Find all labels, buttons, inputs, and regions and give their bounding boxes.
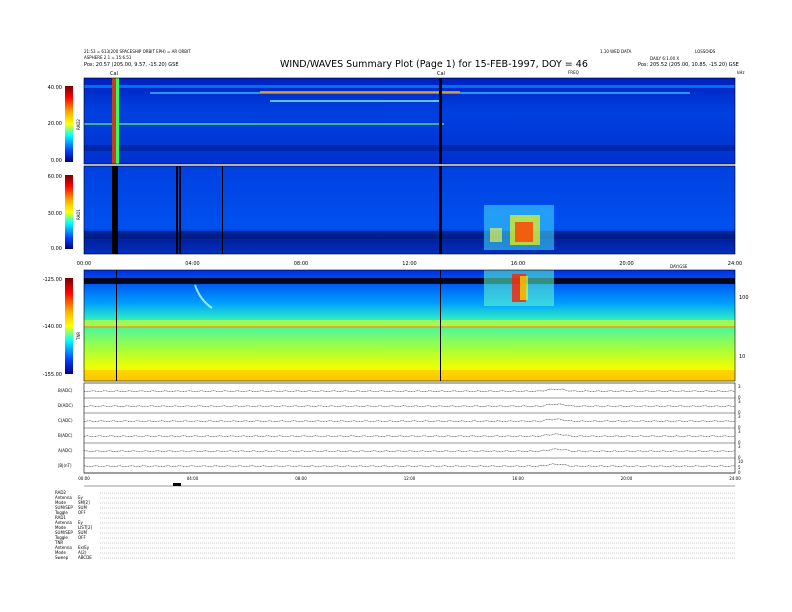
rad1-panel: 60.00 30.00 0.00 RAD1 00:00 04:00 08:00 12:… <box>48 165 742 269</box>
line-row-label: A(ADC) <box>58 448 73 454</box>
lines-xtick-label: 24:00 <box>729 476 741 481</box>
line-row-label: |B|(nT) <box>58 463 72 469</box>
rad1-spectrogram <box>84 166 735 254</box>
rad1-xtick-label: 24:00 <box>728 261 742 267</box>
rad1-xtick-label: 20:00 <box>619 261 633 267</box>
line-row-right-tick: 0 <box>738 470 741 475</box>
tnr-panel: -125.00 -140.00 -155.00 TNR 100 10 <box>43 269 749 382</box>
rad1-xtick-label: 08:00 <box>294 261 308 267</box>
footer-dotted-rows <box>100 492 735 559</box>
rad2-ytick: 40.00 <box>48 85 62 91</box>
line-row-right-tick: 10 <box>738 459 744 464</box>
tnr-ytick: -125.00 <box>43 277 62 283</box>
line-row-right-tick: 3 <box>738 429 741 434</box>
footer-value: OFF <box>78 510 86 515</box>
rad1-burst <box>515 222 533 242</box>
rad2-name-label: RAD2 <box>76 119 81 130</box>
rad1-datagap <box>439 166 442 254</box>
line-row-right-tick: 5 <box>738 464 741 470</box>
line-row-right-tick: 3 <box>738 384 741 389</box>
lines-xtick-label: 20:00 <box>621 476 633 481</box>
rad2-band <box>84 85 735 88</box>
rad2-band <box>270 100 440 102</box>
rad2-colorbar <box>65 86 73 162</box>
line-row-label: B(ADC) <box>58 433 73 439</box>
footer-key: Sweep <box>55 555 69 560</box>
summary-plot: 40.00 20.00 0.00 RAD2 60.00 30.00 0.00 R… <box>43 77 749 559</box>
rad1-datagap <box>112 166 118 254</box>
tnr-dark-band <box>84 278 735 284</box>
tnr-datagap <box>116 270 117 381</box>
rad1-ytick: 30.00 <box>48 211 62 217</box>
rad1-xtick-label: 16:00 <box>511 261 525 267</box>
rad1-datagap <box>176 166 178 254</box>
tnr-colorbar <box>65 278 73 374</box>
tnr-ytick: -140.00 <box>43 324 62 330</box>
footer-value: OFF <box>78 535 86 540</box>
rad2-spectrogram <box>84 78 735 164</box>
rad1-datagap <box>179 166 181 254</box>
tnr-right-tick: 100 <box>739 295 749 301</box>
rad2-dark-band <box>84 145 735 151</box>
line-row-right-tick: 3 <box>738 399 741 404</box>
rad1-ytick: 0.00 <box>51 246 62 252</box>
rad1-name-label: RAD1 <box>76 209 81 220</box>
rad1-burst <box>490 228 502 242</box>
rad2-datagap <box>439 78 442 164</box>
rad2-panel: 40.00 20.00 0.00 RAD2 <box>48 77 736 165</box>
line-row-label: B(ADC) <box>58 388 73 394</box>
line-row-label: C(ADC) <box>58 418 73 424</box>
lines-xtick-label: 04:00 <box>187 476 199 481</box>
rad1-ytick: 60.00 <box>48 174 62 180</box>
rad1-datagap <box>222 166 223 254</box>
rad1-xlabel: DAY/GSE <box>670 264 688 269</box>
tnr-band <box>84 370 735 380</box>
tnr-ytick: -155.00 <box>43 372 62 378</box>
rad2-band <box>260 91 460 93</box>
rad2-ytick: 20.00 <box>48 121 62 127</box>
line-plots: 00:00 04:00 08:00 12:00 16:00 20:00 24:00 <box>78 382 741 481</box>
rad2-cal-strip <box>112 78 116 164</box>
rad1-dark-band <box>84 231 735 239</box>
rad2-cal-strip <box>116 78 119 164</box>
tnr-right-tick: 10 <box>739 354 745 360</box>
rad2-ytick: 0.00 <box>51 158 62 164</box>
rad1-xtick-label: 12:00 <box>402 261 416 267</box>
tnr-burst <box>520 276 528 300</box>
tnr-name-label: TNR <box>76 332 81 341</box>
lines-xtick-label: 12:00 <box>404 476 416 481</box>
tnr-datagap <box>440 270 441 381</box>
lines-xtick-label: 00:00 <box>78 476 90 481</box>
lines-xtick-label: 16:00 <box>512 476 524 481</box>
rad1-xtick-label: 04:00 <box>185 261 199 267</box>
rad1-xtick-label: 00:00 <box>77 261 91 267</box>
lines-xtick-label: 08:00 <box>295 476 307 481</box>
tnr-band <box>84 326 735 328</box>
time-bar-mark <box>173 483 181 486</box>
rad1-colorbar <box>65 175 73 249</box>
footer-value: ABCDE <box>78 555 92 560</box>
line-row-right-tick: 3 <box>738 414 741 419</box>
line-row-label: D(ADC) <box>58 403 73 409</box>
rad2-band <box>84 123 444 125</box>
line-row-right-tick: 3 <box>738 444 741 449</box>
